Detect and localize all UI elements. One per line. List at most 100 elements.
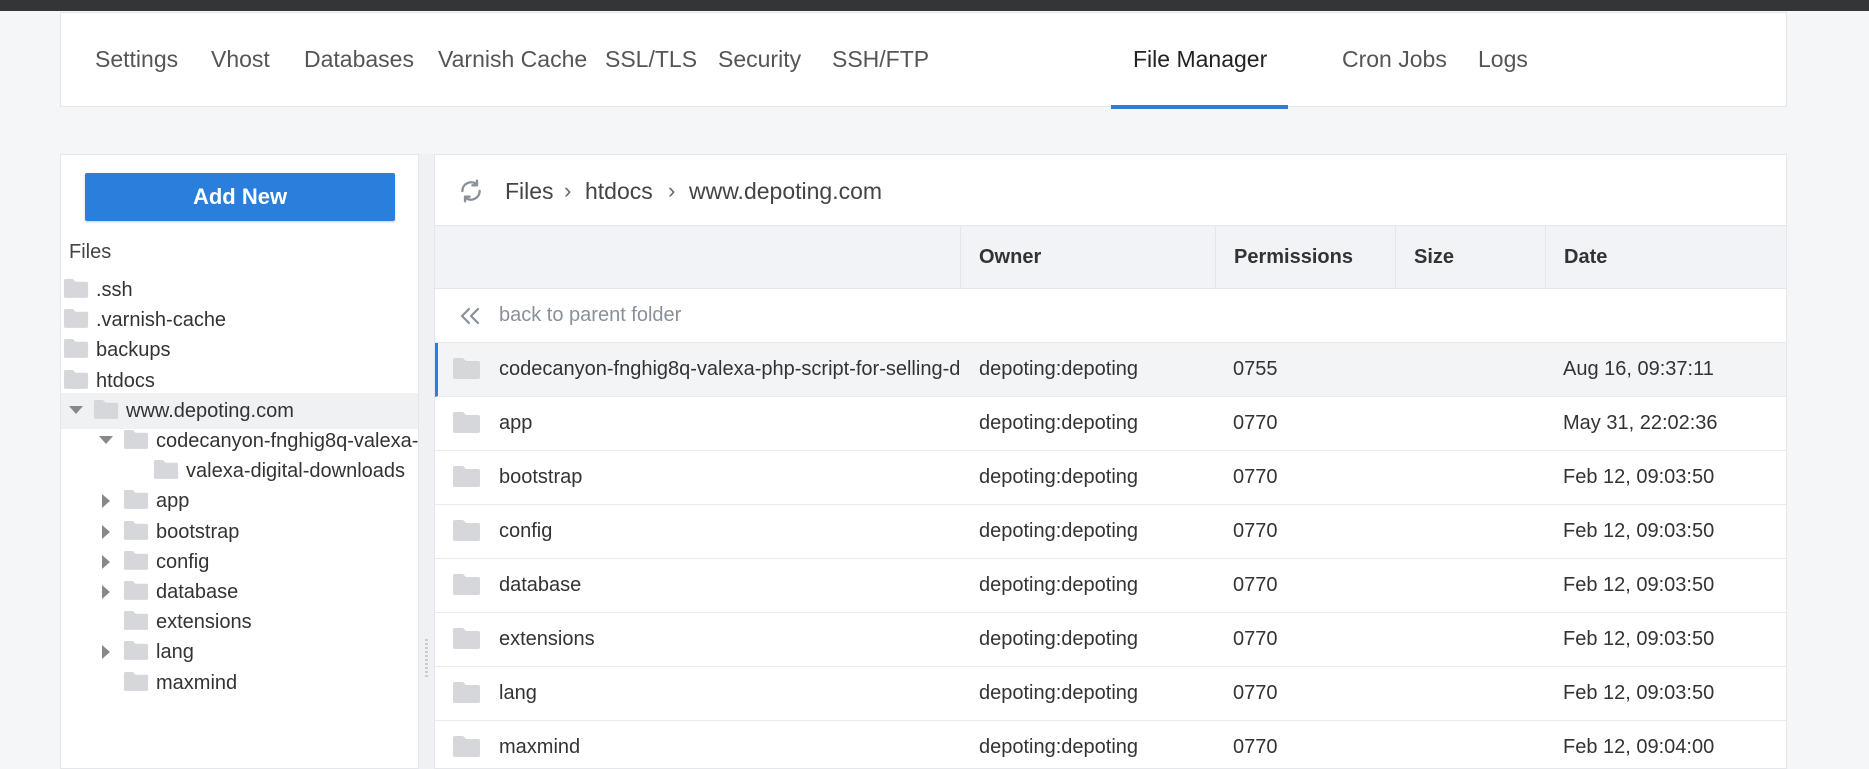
chevron-right-icon[interactable] (102, 494, 110, 509)
folder-icon (153, 460, 179, 480)
column-header-date[interactable]: Date (1545, 226, 1786, 288)
tree-item-label: backups (96, 339, 171, 362)
table-row[interactable]: maxmind depoting:depoting 0770 Feb 12, 09:0… (435, 721, 1786, 768)
file-owner: depoting:depoting (979, 682, 1139, 704)
back-to-parent-row[interactable]: back to parent folder (435, 289, 1786, 343)
breadcrumb-current-folder[interactable]: www.depoting.com (689, 177, 882, 205)
file-date: Feb 12, 09:03:50 (1563, 520, 1715, 542)
folder-icon (63, 279, 89, 298)
column-header-owner[interactable]: Owner (960, 226, 1215, 288)
file-permissions[interactable]: 0770 (1233, 682, 1278, 705)
folder-icon (123, 611, 149, 631)
folder-icon (123, 490, 149, 510)
tab-vhost[interactable]: Vhost (190, 13, 291, 108)
panel-splitter[interactable] (418, 154, 435, 769)
tree-item-label: www.depoting.com (126, 399, 294, 422)
file-permissions[interactable]: 0770 (1233, 520, 1278, 543)
chevron-right-icon[interactable] (102, 645, 110, 660)
column-header-size[interactable]: Size (1395, 226, 1545, 288)
file-name[interactable]: app (499, 412, 959, 435)
tab-varnish-cache[interactable]: Varnish Cache (417, 13, 608, 108)
folder-tree-panel: Add New Files .ssh .varnish-cache backup… (60, 154, 418, 769)
file-name[interactable]: config (499, 520, 959, 543)
folder-icon (63, 339, 89, 359)
chevron-down-icon[interactable] (69, 405, 83, 414)
folder-icon (453, 466, 480, 487)
folder-icon (63, 369, 89, 389)
folder-icon (453, 736, 480, 757)
folder-icon (453, 628, 480, 649)
file-name[interactable]: database (499, 574, 959, 597)
breadcrumb-htdocs[interactable]: htdocs (585, 177, 653, 205)
folder-icon (93, 399, 119, 419)
tree-item-label: config (156, 550, 210, 573)
file-name[interactable]: codecanyon-fnghig8q-valexa-php-script-fo… (499, 358, 959, 381)
file-name[interactable]: bootstrap (499, 466, 959, 489)
file-permissions[interactable]: 0770 (1233, 628, 1278, 651)
tree-item-label: .ssh (96, 279, 133, 301)
tab-security[interactable]: Security (697, 13, 822, 108)
tab-file-manager[interactable]: File Manager (1111, 13, 1289, 109)
tree-item-label: .varnish-cache (96, 309, 227, 332)
folder-icon (453, 574, 480, 595)
folder-icon (123, 520, 149, 540)
browser-top-bar (0, 0, 1869, 11)
chevron-down-icon[interactable] (99, 436, 113, 444)
file-name[interactable]: maxmind (499, 736, 959, 759)
double-chevron-left-icon (460, 307, 480, 325)
chevron-right-icon[interactable] (102, 585, 110, 599)
refresh-icon[interactable] (458, 178, 484, 204)
file-name[interactable]: lang (499, 682, 959, 705)
table-row[interactable]: codecanyon-fnghig8q-valexa-php-script-fo… (435, 343, 1786, 397)
splitter-grip-icon[interactable] (425, 639, 428, 679)
file-date: Aug 16, 09:37:11 (1563, 358, 1714, 380)
file-permissions[interactable]: 0770 (1233, 574, 1278, 597)
file-owner: depoting:depoting (979, 412, 1139, 434)
file-permissions[interactable]: 0770 (1233, 466, 1278, 489)
file-date: Feb 12, 09:03:50 (1563, 574, 1715, 596)
file-owner: depoting:depoting (979, 466, 1139, 488)
tree-item-label: valexa-digital-downloads (186, 460, 406, 483)
table-row[interactable]: extensions depoting:depoting 0770 Feb 12, 0… (435, 613, 1786, 667)
folder-icon (453, 682, 480, 703)
file-name[interactable]: extensions (499, 628, 959, 651)
tree-item-label: htdocs (96, 369, 155, 392)
tab-bar: Settings Vhost Databases Varnish Cache S… (60, 12, 1787, 109)
tab-cron-jobs[interactable]: Cron Jobs (1321, 13, 1468, 108)
chevron-right-icon[interactable] (102, 554, 110, 569)
table-row[interactable]: lang depoting:depoting 0770 Feb 12, 09:03:5… (435, 667, 1786, 721)
tab-settings[interactable]: Settings (74, 13, 199, 108)
tree-item-label: database (156, 581, 239, 603)
folder-icon (123, 581, 149, 600)
column-header-permissions[interactable]: Permissions (1215, 226, 1395, 288)
table-row[interactable]: bootstrap depoting:depoting 0770 Feb 12, 09… (435, 451, 1786, 505)
back-to-parent-label: back to parent folder (499, 304, 682, 326)
folder-icon (123, 641, 149, 661)
tree-item[interactable]: maxmind (61, 665, 418, 701)
tab-databases[interactable]: Databases (283, 13, 435, 108)
file-date: Feb 12, 09:04:00 (1563, 736, 1715, 758)
tree-root-label[interactable]: Files (69, 241, 111, 264)
table-row[interactable]: app depoting:depoting 0770 May 31, 22:02:36 (435, 397, 1786, 451)
tree-item-label: codecanyon-fnghig8q-valexa-php-script-fo… (156, 430, 418, 452)
tab-logs[interactable]: Logs (1457, 13, 1549, 108)
file-date: Feb 12, 09:03:50 (1563, 682, 1715, 704)
add-new-button[interactable]: Add New (85, 173, 395, 221)
folder-icon (453, 358, 480, 379)
file-permissions[interactable]: 0770 (1233, 736, 1278, 759)
file-list-panel: Files › htdocs › www.depoting.com Owner … (435, 154, 1787, 769)
breadcrumb-files[interactable]: Files (505, 177, 554, 205)
table-row[interactable]: database depoting:depoting 0770 Feb 12, 09:… (435, 559, 1786, 613)
tree-item-label: app (156, 490, 190, 513)
file-owner: depoting:depoting (979, 520, 1139, 542)
tree-item-label: extensions (156, 611, 252, 634)
folder-icon (453, 520, 480, 541)
chevron-right-icon: › (564, 178, 572, 203)
tab-ssh-ftp[interactable]: SSH/FTP (811, 13, 950, 108)
column-header-name[interactable] (435, 226, 960, 288)
table-row[interactable]: config depoting:depoting 0770 Feb 12, 09:03… (435, 505, 1786, 559)
file-permissions[interactable]: 0755 (1233, 358, 1278, 381)
file-permissions[interactable]: 0770 (1233, 412, 1278, 435)
chevron-right-icon[interactable] (102, 524, 110, 539)
folder-icon (123, 550, 149, 570)
